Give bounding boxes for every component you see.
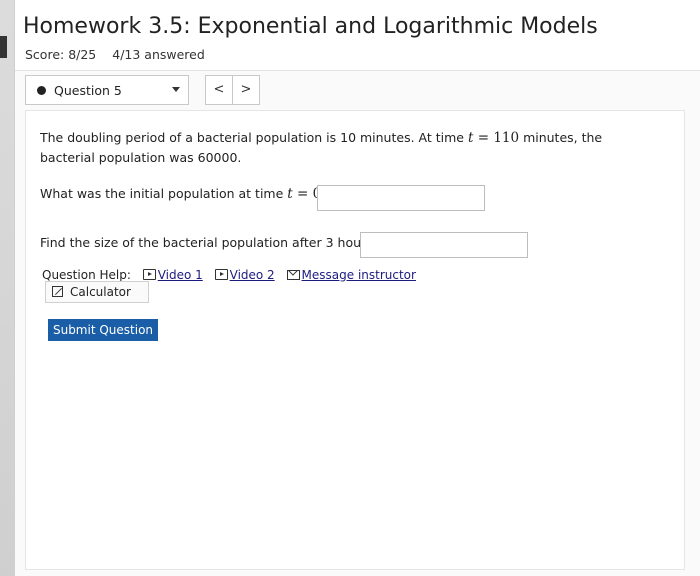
- video-2-link[interactable]: Video 2: [230, 268, 275, 282]
- question-part2: Find the size of the bacterial populatio…: [40, 235, 377, 250]
- side-panel-strip: [0, 0, 14, 576]
- video-icon: [214, 269, 228, 280]
- video-1-link[interactable]: Video 1: [158, 268, 203, 282]
- help-label: Question Help:: [42, 268, 131, 282]
- question-select-label: Question 5: [54, 83, 122, 98]
- homework-page: Homework 3.5: Exponential and Logarithmi…: [14, 0, 700, 576]
- question-text: The doubling period of a bacterial popul…: [40, 128, 640, 168]
- header: Homework 3.5: Exponential and Logarithmi…: [15, 0, 700, 71]
- question-select[interactable]: Question 5: [25, 75, 189, 105]
- equals: =: [473, 130, 494, 146]
- page-title: Homework 3.5: Exponential and Logarithmi…: [23, 14, 598, 39]
- math-t: t = 110: [468, 130, 519, 146]
- mail-icon: [286, 270, 300, 280]
- video-icon: [142, 269, 156, 280]
- panel-toggle[interactable]: [0, 36, 7, 58]
- pencil-icon: [52, 286, 63, 297]
- answered-count: 4/13 answered: [112, 47, 205, 62]
- score: Score: 8/25: [25, 47, 97, 62]
- calculator-button[interactable]: Calculator: [45, 281, 149, 303]
- status-dot-icon: [37, 86, 46, 95]
- score-line: Score: 8/25 4/13 answered: [25, 47, 205, 62]
- calculator-label: Calculator: [70, 285, 131, 299]
- question-nav: Question 5 < >: [25, 75, 260, 107]
- t-value: 110: [493, 130, 520, 146]
- question-help: Question Help: Video 1 Video 2 Message i…: [42, 268, 416, 282]
- question-panel: The doubling period of a bacterial popul…: [25, 110, 685, 570]
- question-text-part1: The doubling period of a bacterial popul…: [40, 130, 468, 145]
- chevron-down-icon: [172, 87, 180, 92]
- initial-population-input[interactable]: [317, 185, 485, 211]
- next-question-button[interactable]: >: [232, 75, 260, 105]
- q1-equals: =: [292, 186, 313, 202]
- population-3hours-input[interactable]: [360, 232, 528, 258]
- submit-question-button[interactable]: Submit Question: [48, 319, 158, 341]
- message-instructor-link[interactable]: Message instructor: [302, 268, 416, 282]
- question-part1: What was the initial population at time …: [40, 186, 328, 202]
- q1-prefix: What was the initial population at time: [40, 186, 288, 201]
- prev-question-button[interactable]: <: [205, 75, 233, 105]
